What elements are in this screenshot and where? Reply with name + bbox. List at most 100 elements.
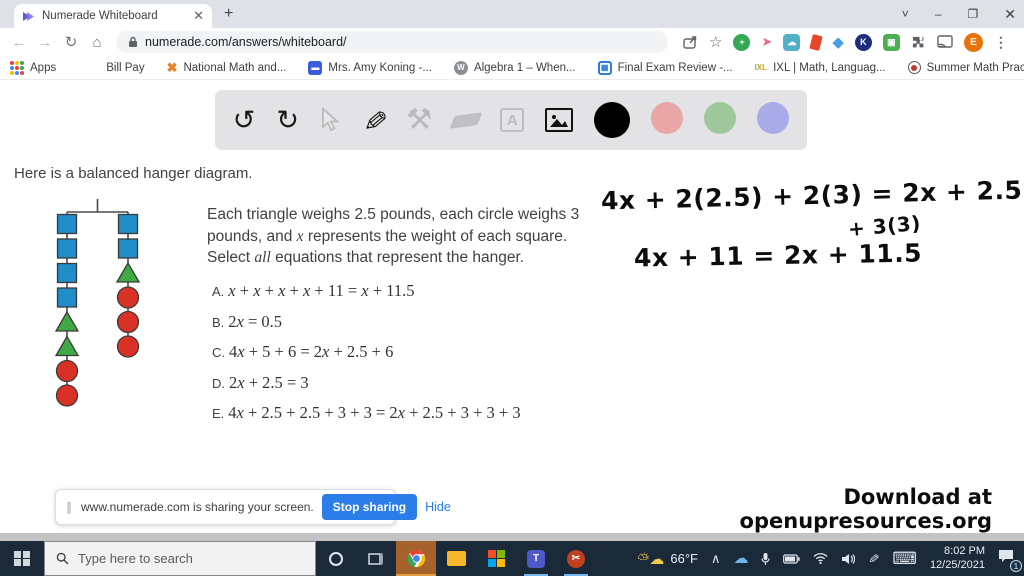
browser-titlebar: Numerade Whiteboard ✕ + ˅ – ❐ ✕ <box>0 0 1024 28</box>
extension-icon-blue-diamond[interactable]: ◆ <box>832 33 844 51</box>
extensions-puzzle-icon[interactable] <box>911 35 926 50</box>
hanger-square <box>119 215 138 234</box>
forward-icon[interactable]: → <box>34 34 56 51</box>
extension-icon-kami[interactable]: K <box>855 34 872 51</box>
calendar-favicon: ▦ <box>598 61 612 75</box>
extension-icon-green-plus[interactable]: + <box>733 34 750 51</box>
cortana-icon <box>329 552 343 566</box>
undo-icon[interactable]: ↺ <box>233 107 256 134</box>
option-a: A.x + x + x + x + 11 = x + 11.5 <box>212 281 521 301</box>
weather-temp: 66°F <box>670 551 698 566</box>
hanger-circle <box>57 361 78 382</box>
window-close-icon[interactable]: ✕ <box>1004 6 1016 23</box>
question-text: Each triangle weighs 2.5 pounds, each ci… <box>207 204 581 269</box>
option-c: C.4x + 5 + 6 = 2x + 2.5 + 6 <box>212 342 521 362</box>
pen-tool-icon[interactable]: ✎ <box>358 107 389 134</box>
cursor-tool-icon[interactable] <box>320 107 340 133</box>
clock-time: 8:02 PM <box>930 545 985 559</box>
color-swatch[interactable] <box>757 102 789 134</box>
reload-icon[interactable]: ↻ <box>60 33 82 51</box>
handwriting-line-3: 4x + 11 = 2x + 11.5 <box>634 238 923 272</box>
bookmarks-bar: Apps Bill Pay ✖ National Math and... ▬ M… <box>0 56 1024 80</box>
windows-logo-icon <box>14 551 30 567</box>
file-explorer-button[interactable] <box>436 541 476 576</box>
touch-keyboard-icon[interactable]: ⌨ <box>892 550 917 567</box>
eraser-tool-icon[interactable] <box>450 112 483 128</box>
national-math-favicon: ✖ <box>167 60 178 76</box>
image-tool-icon[interactable] <box>545 108 573 132</box>
bookmark-bill-pay[interactable]: Bill Pay <box>106 62 144 74</box>
taskbar-search[interactable]: Type here to search <box>44 541 316 576</box>
tray-chevron-icon[interactable]: ∧ <box>711 552 721 565</box>
share-icon[interactable] <box>682 35 698 50</box>
extension-icon-cloud[interactable]: ☁ <box>783 34 800 51</box>
window-minimize-icon[interactable]: – <box>935 7 942 21</box>
microsoft-store-icon <box>488 550 505 567</box>
profile-avatar[interactable]: E <box>964 33 983 52</box>
weather-widget[interactable]: ⛅︎☁ 66°F <box>637 550 698 568</box>
pen-tray-icon[interactable]: ✎ <box>867 553 881 565</box>
wordpress-favicon: W <box>454 61 468 75</box>
hanger-circle <box>57 385 78 406</box>
new-tab-button[interactable]: + <box>224 5 233 23</box>
search-icon <box>56 552 69 565</box>
battery-icon[interactable] <box>783 554 800 564</box>
taskbar-chrome-button[interactable] <box>396 541 436 576</box>
handwriting-line-1: 4x + 2(2.5) + 2(3) = 2x + 2.5 <box>601 175 1023 215</box>
teams-button[interactable]: T <box>516 541 556 576</box>
color-swatch[interactable] <box>594 102 630 138</box>
tab-close-icon[interactable]: ✕ <box>193 8 204 24</box>
onedrive-icon[interactable]: ☁ <box>733 551 748 566</box>
stop-sharing-button[interactable]: Stop sharing <box>322 494 417 520</box>
handwriting-line-2: + 3(3) <box>847 211 922 241</box>
color-swatch[interactable] <box>704 102 736 134</box>
color-swatch[interactable] <box>651 102 683 134</box>
tools-icon[interactable]: ⚒ <box>406 106 432 135</box>
hide-link[interactable]: Hide <box>425 500 451 514</box>
microphone-icon[interactable] <box>761 552 770 566</box>
cast-icon[interactable] <box>937 35 953 49</box>
window-chevron-icon[interactable]: ˅ <box>902 7 909 21</box>
task-view-button[interactable] <box>356 541 396 576</box>
speaker-icon[interactable] <box>841 553 855 565</box>
bookmark-ixl[interactable]: IXL IXL | Math, Languag... <box>755 62 886 74</box>
weather-icon: ⛅︎☁ <box>637 550 664 568</box>
window-maximize-icon[interactable]: ❐ <box>968 7 979 21</box>
hanger-triangle <box>56 337 78 356</box>
drag-handle-icon[interactable]: ∥ <box>66 500 73 514</box>
capture-app-button[interactable]: ✂ <box>556 541 596 576</box>
classroom-favicon: ▬ <box>308 61 322 75</box>
bookmark-star-icon[interactable]: ☆ <box>709 33 722 51</box>
bookmark-algebra1[interactable]: W Algebra 1 – When... <box>454 61 576 75</box>
chrome-menu-icon[interactable]: ⋮ <box>994 34 1008 51</box>
url-bar[interactable]: numerade.com/answers/whiteboard/ <box>116 31 668 53</box>
redo-icon[interactable]: ↻ <box>276 107 299 134</box>
browser-tab[interactable]: Numerade Whiteboard ✕ <box>14 4 212 28</box>
action-center-button[interactable]: 1 <box>998 549 1018 568</box>
text-tool-icon[interactable]: A <box>500 108 524 132</box>
tab-title: Numerade Whiteboard <box>42 10 186 22</box>
hanger-triangle <box>56 312 78 331</box>
capture-app-icon: ✂ <box>567 550 585 568</box>
start-button[interactable] <box>0 541 44 576</box>
extension-icon-robot[interactable]: ▣ <box>883 34 900 51</box>
cortana-button[interactable] <box>316 541 356 576</box>
color-swatches <box>594 102 789 138</box>
back-icon[interactable]: ← <box>8 34 30 51</box>
sharing-message: www.numerade.com is sharing your screen. <box>81 500 314 514</box>
hanger-square <box>58 288 77 307</box>
taskbar-clock[interactable]: 8:02 PM 12/25/2021 <box>930 545 985 573</box>
home-icon[interactable]: ⌂ <box>86 34 108 51</box>
system-tray: ⛅︎☁ 66°F ∧ ☁ ✎ ⌨ 8:02 PM 12/25/2021 1 <box>637 541 1024 576</box>
bookmark-summer-math[interactable]: Summer Math Pract... <box>908 61 1024 74</box>
wifi-icon[interactable] <box>813 553 828 564</box>
bookmark-national-math[interactable]: ✖ National Math and... <box>167 60 287 76</box>
bookmark-final-exam[interactable]: ▦ Final Exam Review -... <box>598 61 733 75</box>
microsoft-store-button[interactable] <box>476 541 516 576</box>
extension-icon-red-bookmark[interactable] <box>810 34 823 51</box>
extension-icon-pink-arrow[interactable]: ➤ <box>761 34 772 50</box>
hanger-square <box>58 215 77 234</box>
bookmark-amy-koning[interactable]: ▬ Mrs. Amy Koning -... <box>308 61 432 75</box>
screen-sharing-bar: ∥ www.numerade.com is sharing your scree… <box>55 489 396 525</box>
bookmark-apps[interactable]: Apps <box>10 61 56 75</box>
